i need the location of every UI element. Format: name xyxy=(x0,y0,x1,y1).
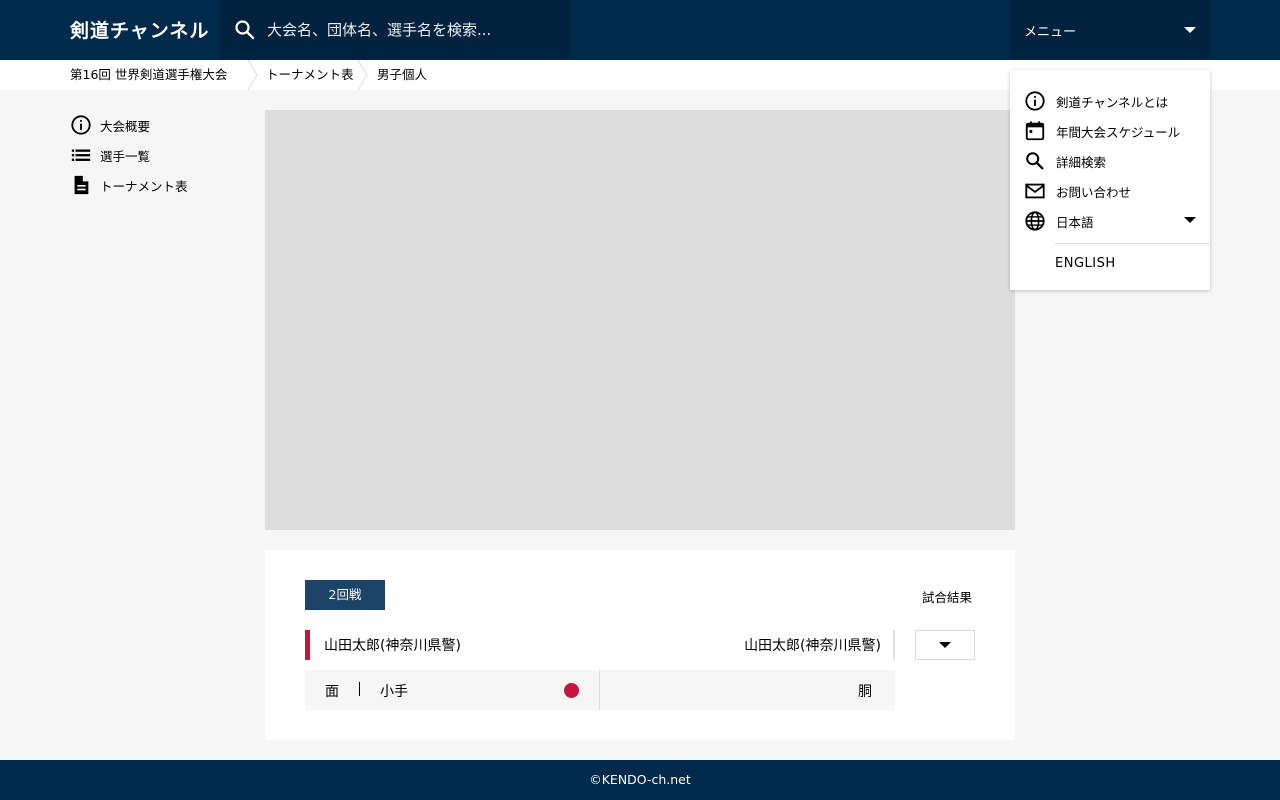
menu-divider xyxy=(1055,243,1210,244)
search-input[interactable] xyxy=(267,15,567,45)
menu-item-label: お問い合わせ xyxy=(1056,184,1132,200)
menu-item-language[interactable]: 日本語 xyxy=(1024,209,1094,233)
score-point: 面 xyxy=(325,684,339,700)
round-badge: 2回戦 xyxy=(305,580,385,610)
player-right-name[interactable]: 山田太郎(神奈川県警) xyxy=(744,635,881,655)
sidebar-item-players[interactable]: 選手一覧 xyxy=(70,140,240,170)
tournament-image xyxy=(265,110,1015,530)
globe-icon xyxy=(1025,211,1045,231)
caret-down-icon xyxy=(939,642,951,648)
search-bar xyxy=(220,0,570,60)
sidebar-nav: 大会概要 選手一覧 トーナメント表 xyxy=(70,110,240,200)
menu-item-advanced-search[interactable]: 詳細検索 xyxy=(1024,149,1106,173)
top-bar: 剣道チャンネル メニュー xyxy=(0,0,1280,60)
score-point: 胴 xyxy=(858,684,872,700)
sidebar-item-overview[interactable]: 大会概要 xyxy=(70,110,240,140)
match-result-label: 試合結果 xyxy=(921,590,972,605)
menu-button[interactable]: メニュー xyxy=(1010,0,1210,60)
language-option-english[interactable]: ENGLISH xyxy=(1055,256,1116,271)
menu-item-label: 年間大会スケジュール xyxy=(1056,124,1181,140)
menu-dropdown: 剣道チャンネルとは 年間大会スケジュール 詳細検索 お問い合わせ 日本語 ENG… xyxy=(1010,70,1210,290)
menu-item-label: 剣道チャンネルとは xyxy=(1056,94,1169,110)
sidebar-item-bracket[interactable]: トーナメント表 xyxy=(70,170,240,200)
breadcrumb-item-tournament[interactable]: 第16回 世界剣道選手権大会 xyxy=(70,60,227,90)
calendar-icon xyxy=(1025,121,1045,141)
menu-item-contact[interactable]: お問い合わせ xyxy=(1024,179,1131,203)
mail-icon xyxy=(1025,183,1045,199)
winner-dot-icon xyxy=(564,683,579,698)
sidebar-item-label: 大会概要 xyxy=(100,118,151,134)
sidebar-item-label: 選手一覧 xyxy=(100,148,151,164)
menu-item-schedule[interactable]: 年間大会スケジュール xyxy=(1024,119,1180,143)
document-icon xyxy=(74,175,89,195)
score-row: 面 小手 胴 xyxy=(305,670,895,710)
breadcrumb-item-bracket[interactable]: トーナメント表 xyxy=(266,60,354,90)
caret-down-icon xyxy=(1184,217,1196,223)
player-row: 山田太郎(神奈川県警) 山田太郎(神奈川県警) xyxy=(305,630,895,660)
match-detail-toggle[interactable] xyxy=(915,630,975,660)
footer: ©KENDO-ch.net xyxy=(0,760,1280,800)
match-card: 2回戦 試合結果 山田太郎(神奈川県警) 山田太郎(神奈川県警) 面 小手 胴 xyxy=(265,550,1015,740)
site-logo[interactable]: 剣道チャンネル xyxy=(70,16,209,43)
search-icon xyxy=(1026,152,1044,170)
menu-item-about[interactable]: 剣道チャンネルとは xyxy=(1024,89,1168,113)
breadcrumb-separator-icon xyxy=(357,60,368,90)
info-icon xyxy=(1025,91,1045,111)
list-icon xyxy=(71,149,91,161)
score-point: 小手 xyxy=(380,684,408,700)
breadcrumb-item-current: 男子個人 xyxy=(377,67,428,82)
score-divider xyxy=(359,682,360,696)
score-left: 面 小手 xyxy=(305,670,600,710)
player-left-name[interactable]: 山田太郎(神奈川県警) xyxy=(324,635,461,655)
sidebar-item-label: トーナメント表 xyxy=(100,178,188,194)
search-icon xyxy=(235,20,255,40)
menu-item-label: 詳細検索 xyxy=(1056,154,1107,170)
menu-label: メニュー xyxy=(1024,24,1077,40)
breadcrumb-separator-icon xyxy=(247,60,258,90)
caret-down-icon xyxy=(1184,27,1196,33)
menu-item-label: 日本語 xyxy=(1056,214,1094,230)
info-icon xyxy=(71,115,91,135)
copyright-text: ©KENDO-ch.net xyxy=(589,772,691,787)
